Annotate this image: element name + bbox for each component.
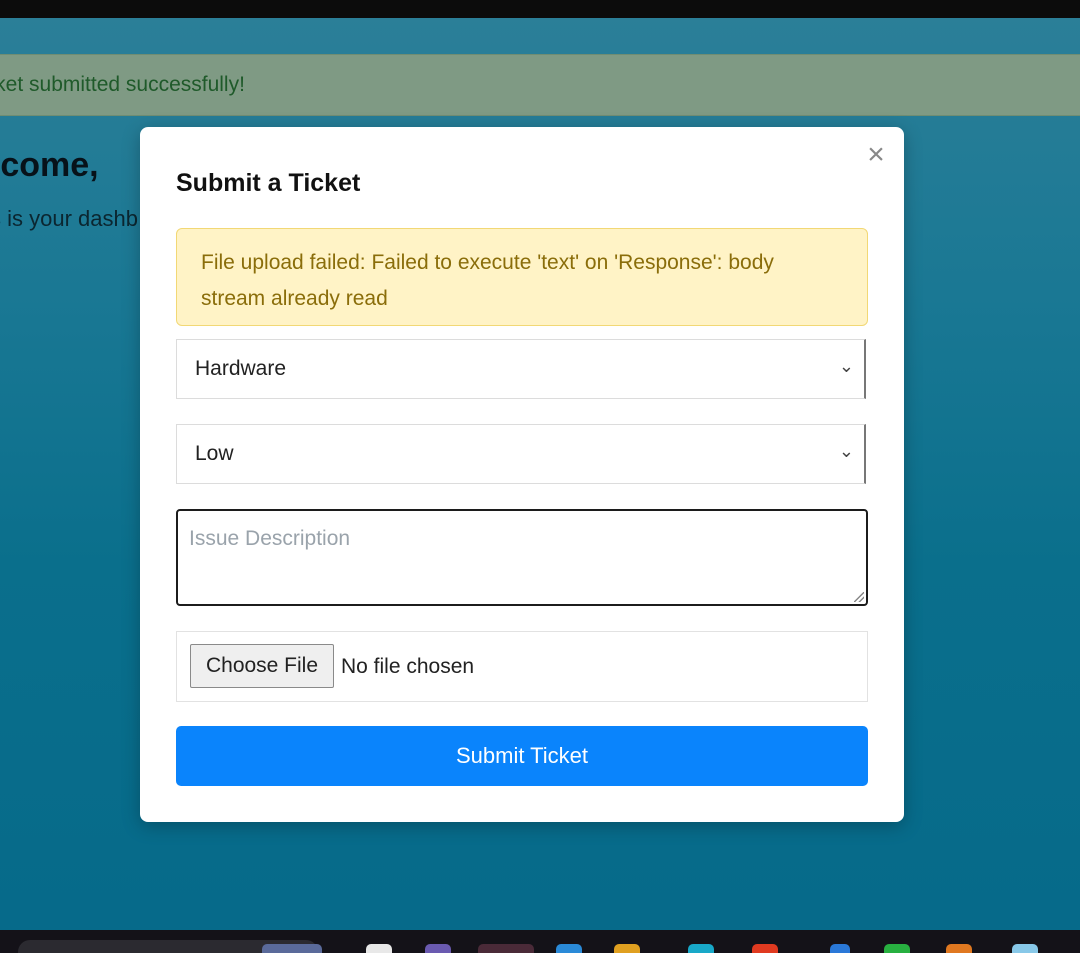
chevron-down-icon: ⌄ — [838, 356, 854, 376]
app-icon[interactable] — [556, 944, 582, 953]
app-icon[interactable] — [884, 944, 910, 953]
file-upload-field: Choose File No file chosen — [176, 631, 868, 702]
app-icon[interactable] — [366, 944, 392, 953]
app-icon[interactable] — [425, 944, 451, 953]
app-icon[interactable] — [262, 944, 322, 953]
app-icon[interactable] — [1012, 944, 1038, 953]
top-bar — [0, 0, 1080, 18]
close-icon[interactable]: × — [862, 140, 890, 170]
success-banner: icket submitted successfully! — [0, 54, 1080, 116]
app-icon[interactable] — [752, 944, 778, 953]
app-icon[interactable] — [946, 944, 972, 953]
taskbar — [0, 930, 1080, 953]
submit-ticket-modal: × Submit a Ticket File upload failed: Fa… — [140, 127, 904, 822]
file-status-text: No file chosen — [341, 655, 475, 678]
app-icon[interactable] — [478, 944, 534, 953]
app-icon[interactable] — [830, 944, 850, 953]
upload-error-alert: File upload failed: Failed to execute 't… — [176, 228, 868, 326]
description-placeholder: Issue Description — [189, 527, 351, 550]
dashboard-subtitle: s is your dashb — [0, 206, 138, 231]
priority-selected-value: Low — [195, 442, 234, 465]
app-icon[interactable] — [614, 944, 640, 953]
welcome-heading: elcome, — [0, 146, 99, 184]
submit-ticket-button[interactable]: Submit Ticket — [176, 726, 868, 786]
choose-file-button[interactable]: Choose File — [190, 644, 334, 688]
category-selected-value: Hardware — [195, 357, 287, 380]
category-select[interactable]: Hardware ⌄ — [176, 339, 866, 399]
resize-handle-icon[interactable] — [854, 592, 864, 602]
priority-select[interactable]: Low ⌄ — [176, 424, 866, 484]
app-icon[interactable] — [688, 944, 714, 953]
modal-title: Submit a Ticket — [176, 169, 361, 197]
success-message: icket submitted successfully! — [0, 73, 245, 96]
issue-description-textarea[interactable]: Issue Description — [176, 509, 868, 606]
chevron-down-icon: ⌄ — [838, 441, 854, 461]
